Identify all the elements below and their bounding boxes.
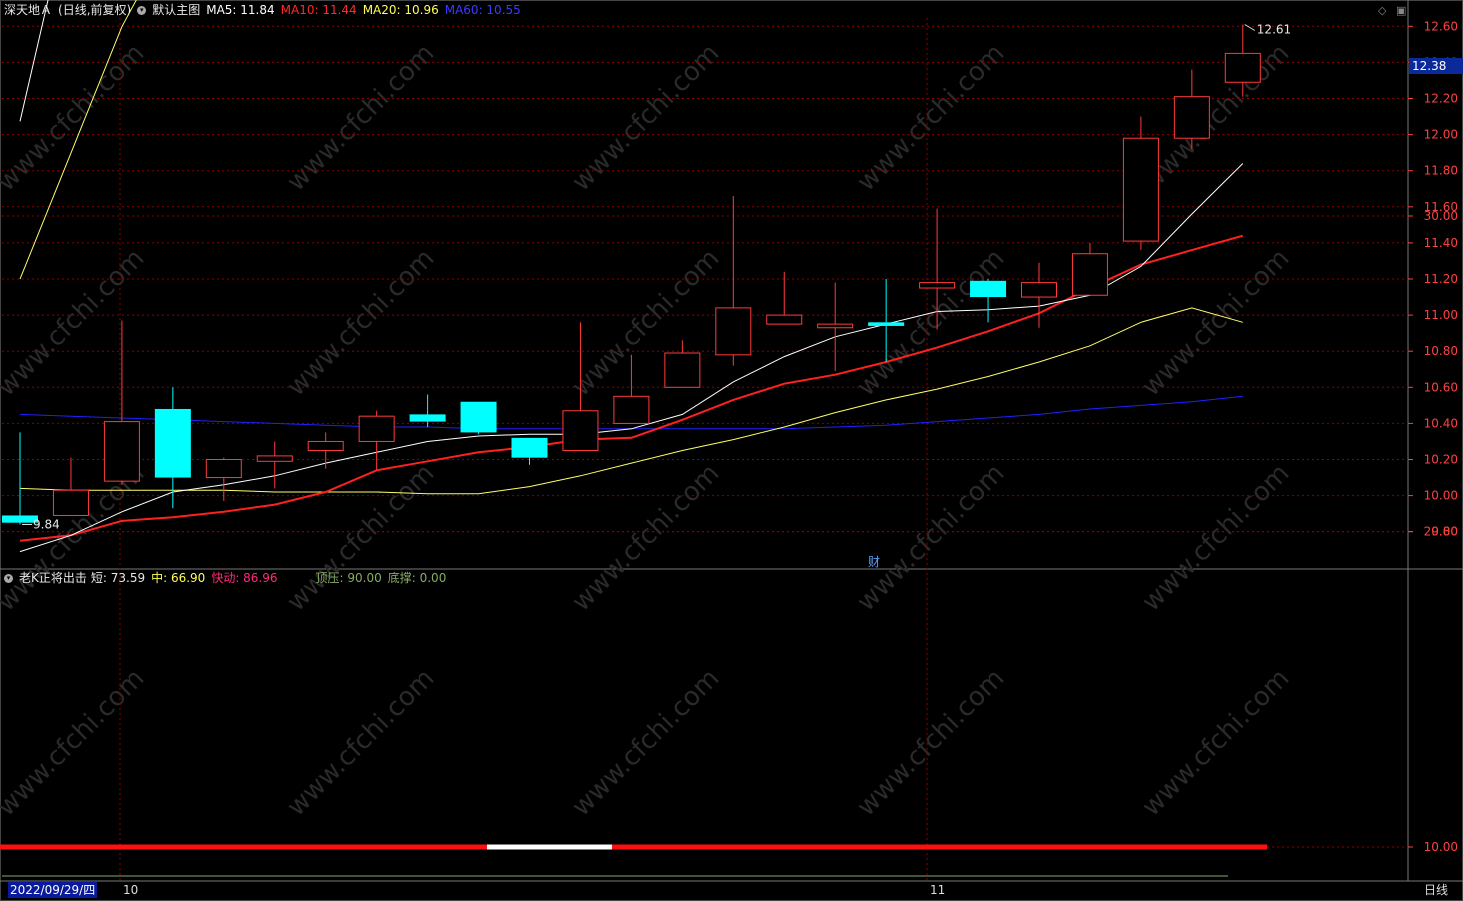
watermark-text: www.cfchi.com [851,38,1010,197]
ma5-value: MA5: 11.84 [206,3,275,17]
watermark-text: www.cfchi.com [1136,663,1295,822]
top-value: 顶压: 90.00 [315,571,382,585]
candle [256,455,293,462]
y-tick-label: 10.80 [1424,344,1458,358]
ma10-value: MA10: 11.44 [280,3,357,17]
main-chart-label[interactable]: 默认主图 [152,3,200,17]
main-chart-header: 深天地Ａ (日线,前复权) ▾ 默认主图 MA5: 11.84 MA10: 11.44 MA… [4,1,527,19]
watermark-text: www.cfchi.com [1136,458,1295,617]
candle [1224,52,1261,83]
period-selector[interactable]: 日线 [1424,882,1448,898]
candle [1021,282,1057,298]
cursor-date: 2022/09/29/四 [8,882,98,898]
watermark-text: www.cfchi.com [1136,243,1295,402]
candle [1173,96,1210,139]
y-tick-label: 20.00 [1424,525,1458,539]
y-tick-label: 10.20 [1424,453,1458,467]
month-label: 10 [123,883,138,897]
y-tick-label: 11.20 [1424,272,1458,286]
ma60-value: MA60: 10.55 [444,3,521,17]
candle [868,322,905,326]
candle [52,489,89,516]
chevron-down-icon[interactable]: ▾ [137,6,147,15]
candle [664,352,701,388]
ma20-value: MA20: 10.96 [362,3,439,17]
y-tick-label: 10.00 [1424,840,1458,854]
y-tick-label: 30.00 [1424,209,1458,223]
y-tick-label: 10.00 [1424,489,1458,503]
y-tick-label: 11.40 [1424,236,1458,250]
stock-name: 深天地Ａ [4,3,53,17]
watermark-text: www.cfchi.com [281,663,440,822]
candle [460,401,497,433]
y-tick-label: 10.60 [1424,380,1458,394]
fast-value: 快动: 86.96 [211,571,278,585]
candle [715,307,752,356]
high-price-label: 12.61 [1257,23,1291,37]
candle [919,282,956,289]
candle [817,323,854,329]
outer-frame [0,0,1463,901]
adjust-mode[interactable]: (日线,前复权) [58,3,131,17]
watermark-text: www.cfchi.com [0,243,150,402]
candle [307,440,344,451]
candle [358,415,395,442]
watermark-text: www.cfchi.com [566,38,725,197]
watermark-text: www.cfchi.com [0,458,150,617]
candle [1071,253,1108,296]
maximize-icon[interactable]: ▣ [1396,4,1406,17]
watermark-text: www.cfchi.com [851,458,1010,617]
watermark-text: www.cfchi.com [281,458,440,617]
candle [613,395,650,424]
y-tick-label: 11.80 [1424,164,1458,178]
candle [103,421,140,482]
watermark-layer: www.cfchi.com www.cfchi.com www.cfchi.com w… [0,38,1295,822]
chart-canvas: www.cfchi.com www.cfchi.com www.cfchi.com w… [0,0,1463,901]
candle [562,410,599,451]
candle [205,459,242,479]
watermark-text: www.cfchi.com [566,663,725,822]
indicator-header: ▾ 老K正将出击 短: 73.59 中: 66.90 快动: 86.96 顶压: 90.0… [4,569,452,587]
candle [511,437,548,458]
y-tick-label: 12.00 [1424,128,1458,142]
finance-marker: 财 [868,555,880,569]
candle [154,408,191,478]
watermark-text: www.cfchi.com [0,663,150,822]
y-tick-label: 11.00 [1424,308,1458,322]
diamond-icon[interactable]: ◇ [1378,4,1386,17]
watermark-text: www.cfchi.com [281,38,440,197]
candle [970,280,1007,298]
bottom-value: 底撑: 0.00 [387,571,447,585]
watermark-text: www.cfchi.com [566,458,725,617]
mid-value: 中: 66.90 [151,571,206,585]
high-pointer [1244,24,1256,31]
last-price-label: 12.38 [1412,59,1446,73]
month-label: 11 [930,883,945,897]
candle [766,314,803,325]
low-price-label: 9.84 [33,517,60,531]
candle [1122,137,1159,242]
watermark-text: www.cfchi.com [851,663,1010,822]
watermark-text: www.cfchi.com [281,243,440,402]
chevron-down-icon[interactable]: ▾ [4,574,13,583]
indicator-name[interactable]: 老K正将出击 [19,571,87,585]
y-tick-label: 12.60 [1424,19,1458,33]
watermark-text: www.cfchi.com [566,243,725,402]
short-value: 短: 73.59 [90,571,146,585]
y-tick-label: 12.20 [1424,92,1458,106]
y-tick-label: 10.40 [1424,416,1458,430]
candle [409,414,446,422]
watermark-text: www.cfchi.com [1136,38,1295,197]
